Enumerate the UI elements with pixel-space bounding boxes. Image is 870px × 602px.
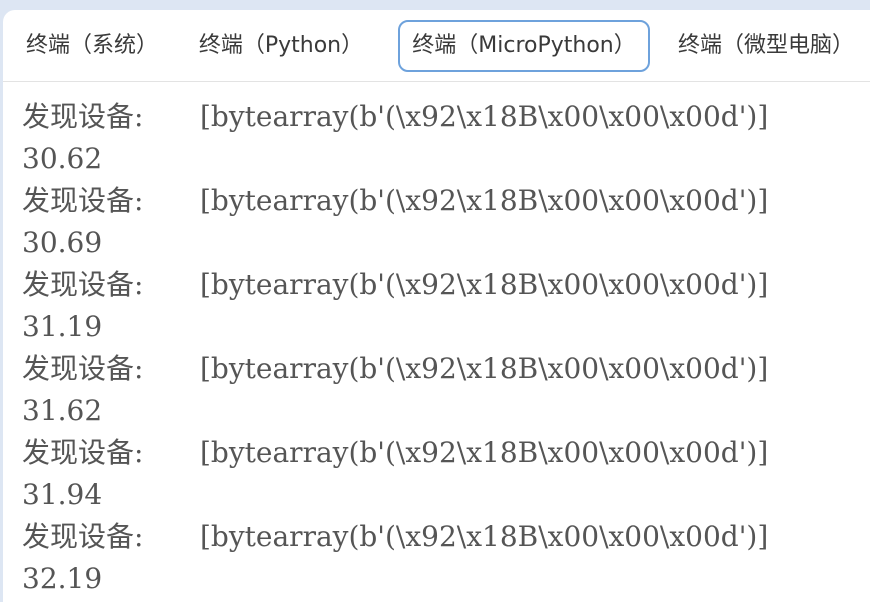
- device-bytes: [bytearray(b'(\x92\x18B\x00\x00\x00d')]: [200, 268, 769, 301]
- terminal-line: 发现设备: [bytearray(b'(\x92\x18B\x00\x00\x00…: [22, 516, 870, 558]
- reading-value: 31.19: [22, 310, 103, 343]
- terminal-line: 32.19: [22, 558, 870, 600]
- tab-label: 终端（系统）: [25, 33, 158, 58]
- app-frame: 终端（系统） 终端（Python） 终端（MicroPython） 终端（微型电…: [0, 0, 870, 602]
- tab-terminal-system[interactable]: 终端（系统）: [6, 20, 178, 72]
- terminal-line: 发现设备: [bytearray(b'(\x92\x18B\x00\x00\x00…: [22, 264, 870, 306]
- terminal-panel: 终端（系统） 终端（Python） 终端（MicroPython） 终端（微型电…: [3, 10, 870, 602]
- tab-terminal-micropython[interactable]: 终端（MicroPython）: [398, 20, 650, 72]
- device-bytes: [bytearray(b'(\x92\x18B\x00\x00\x00d')]: [200, 520, 769, 553]
- device-found-label: 发现设备:: [22, 520, 144, 553]
- reading-value: 32.19: [22, 562, 103, 595]
- device-found-label: 发现设备:: [22, 184, 144, 217]
- tab-terminal-python[interactable]: 终端（Python）: [186, 20, 376, 72]
- terminal-line: 30.62: [22, 138, 870, 180]
- device-bytes: [bytearray(b'(\x92\x18B\x00\x00\x00d')]: [200, 352, 769, 385]
- terminal-line: 31.19: [22, 306, 870, 348]
- reading-value: 30.69: [22, 226, 103, 259]
- tab-label: 终端（微型电脑）: [677, 33, 854, 58]
- device-found-label: 发现设备:: [22, 352, 144, 385]
- terminal-line: 发现设备: [bytearray(b'(\x92\x18B\x00\x00\x00…: [22, 96, 870, 138]
- tab-terminal-microcomputer[interactable]: 终端（微型电脑）: [656, 20, 870, 72]
- terminal-line: 31.62: [22, 390, 870, 432]
- reading-value: 31.62: [22, 394, 103, 427]
- device-found-label: 发现设备:: [22, 436, 144, 469]
- tab-label: 终端（Python）: [198, 33, 364, 58]
- device-bytes: [bytearray(b'(\x92\x18B\x00\x00\x00d')]: [200, 436, 769, 469]
- terminal-tab-bar: 终端（系统） 终端（Python） 终端（MicroPython） 终端（微型电…: [3, 10, 870, 82]
- tab-label: 终端（MicroPython）: [412, 33, 636, 58]
- terminal-line: 发现设备: [bytearray(b'(\x92\x18B\x00\x00\x00…: [22, 180, 870, 222]
- device-found-label: 发现设备:: [22, 100, 144, 133]
- terminal-output[interactable]: 发现设备: [bytearray(b'(\x92\x18B\x00\x00\x00…: [22, 96, 870, 600]
- reading-value: 31.94: [22, 478, 103, 511]
- device-bytes: [bytearray(b'(\x92\x18B\x00\x00\x00d')]: [200, 184, 769, 217]
- terminal-line: 30.69: [22, 222, 870, 264]
- terminal-line: 31.94: [22, 474, 870, 516]
- device-bytes: [bytearray(b'(\x92\x18B\x00\x00\x00d')]: [200, 100, 769, 133]
- device-found-label: 发现设备:: [22, 268, 144, 301]
- reading-value: 30.62: [22, 142, 103, 175]
- terminal-line: 发现设备: [bytearray(b'(\x92\x18B\x00\x00\x00…: [22, 432, 870, 474]
- terminal-line: 发现设备: [bytearray(b'(\x92\x18B\x00\x00\x00…: [22, 348, 870, 390]
